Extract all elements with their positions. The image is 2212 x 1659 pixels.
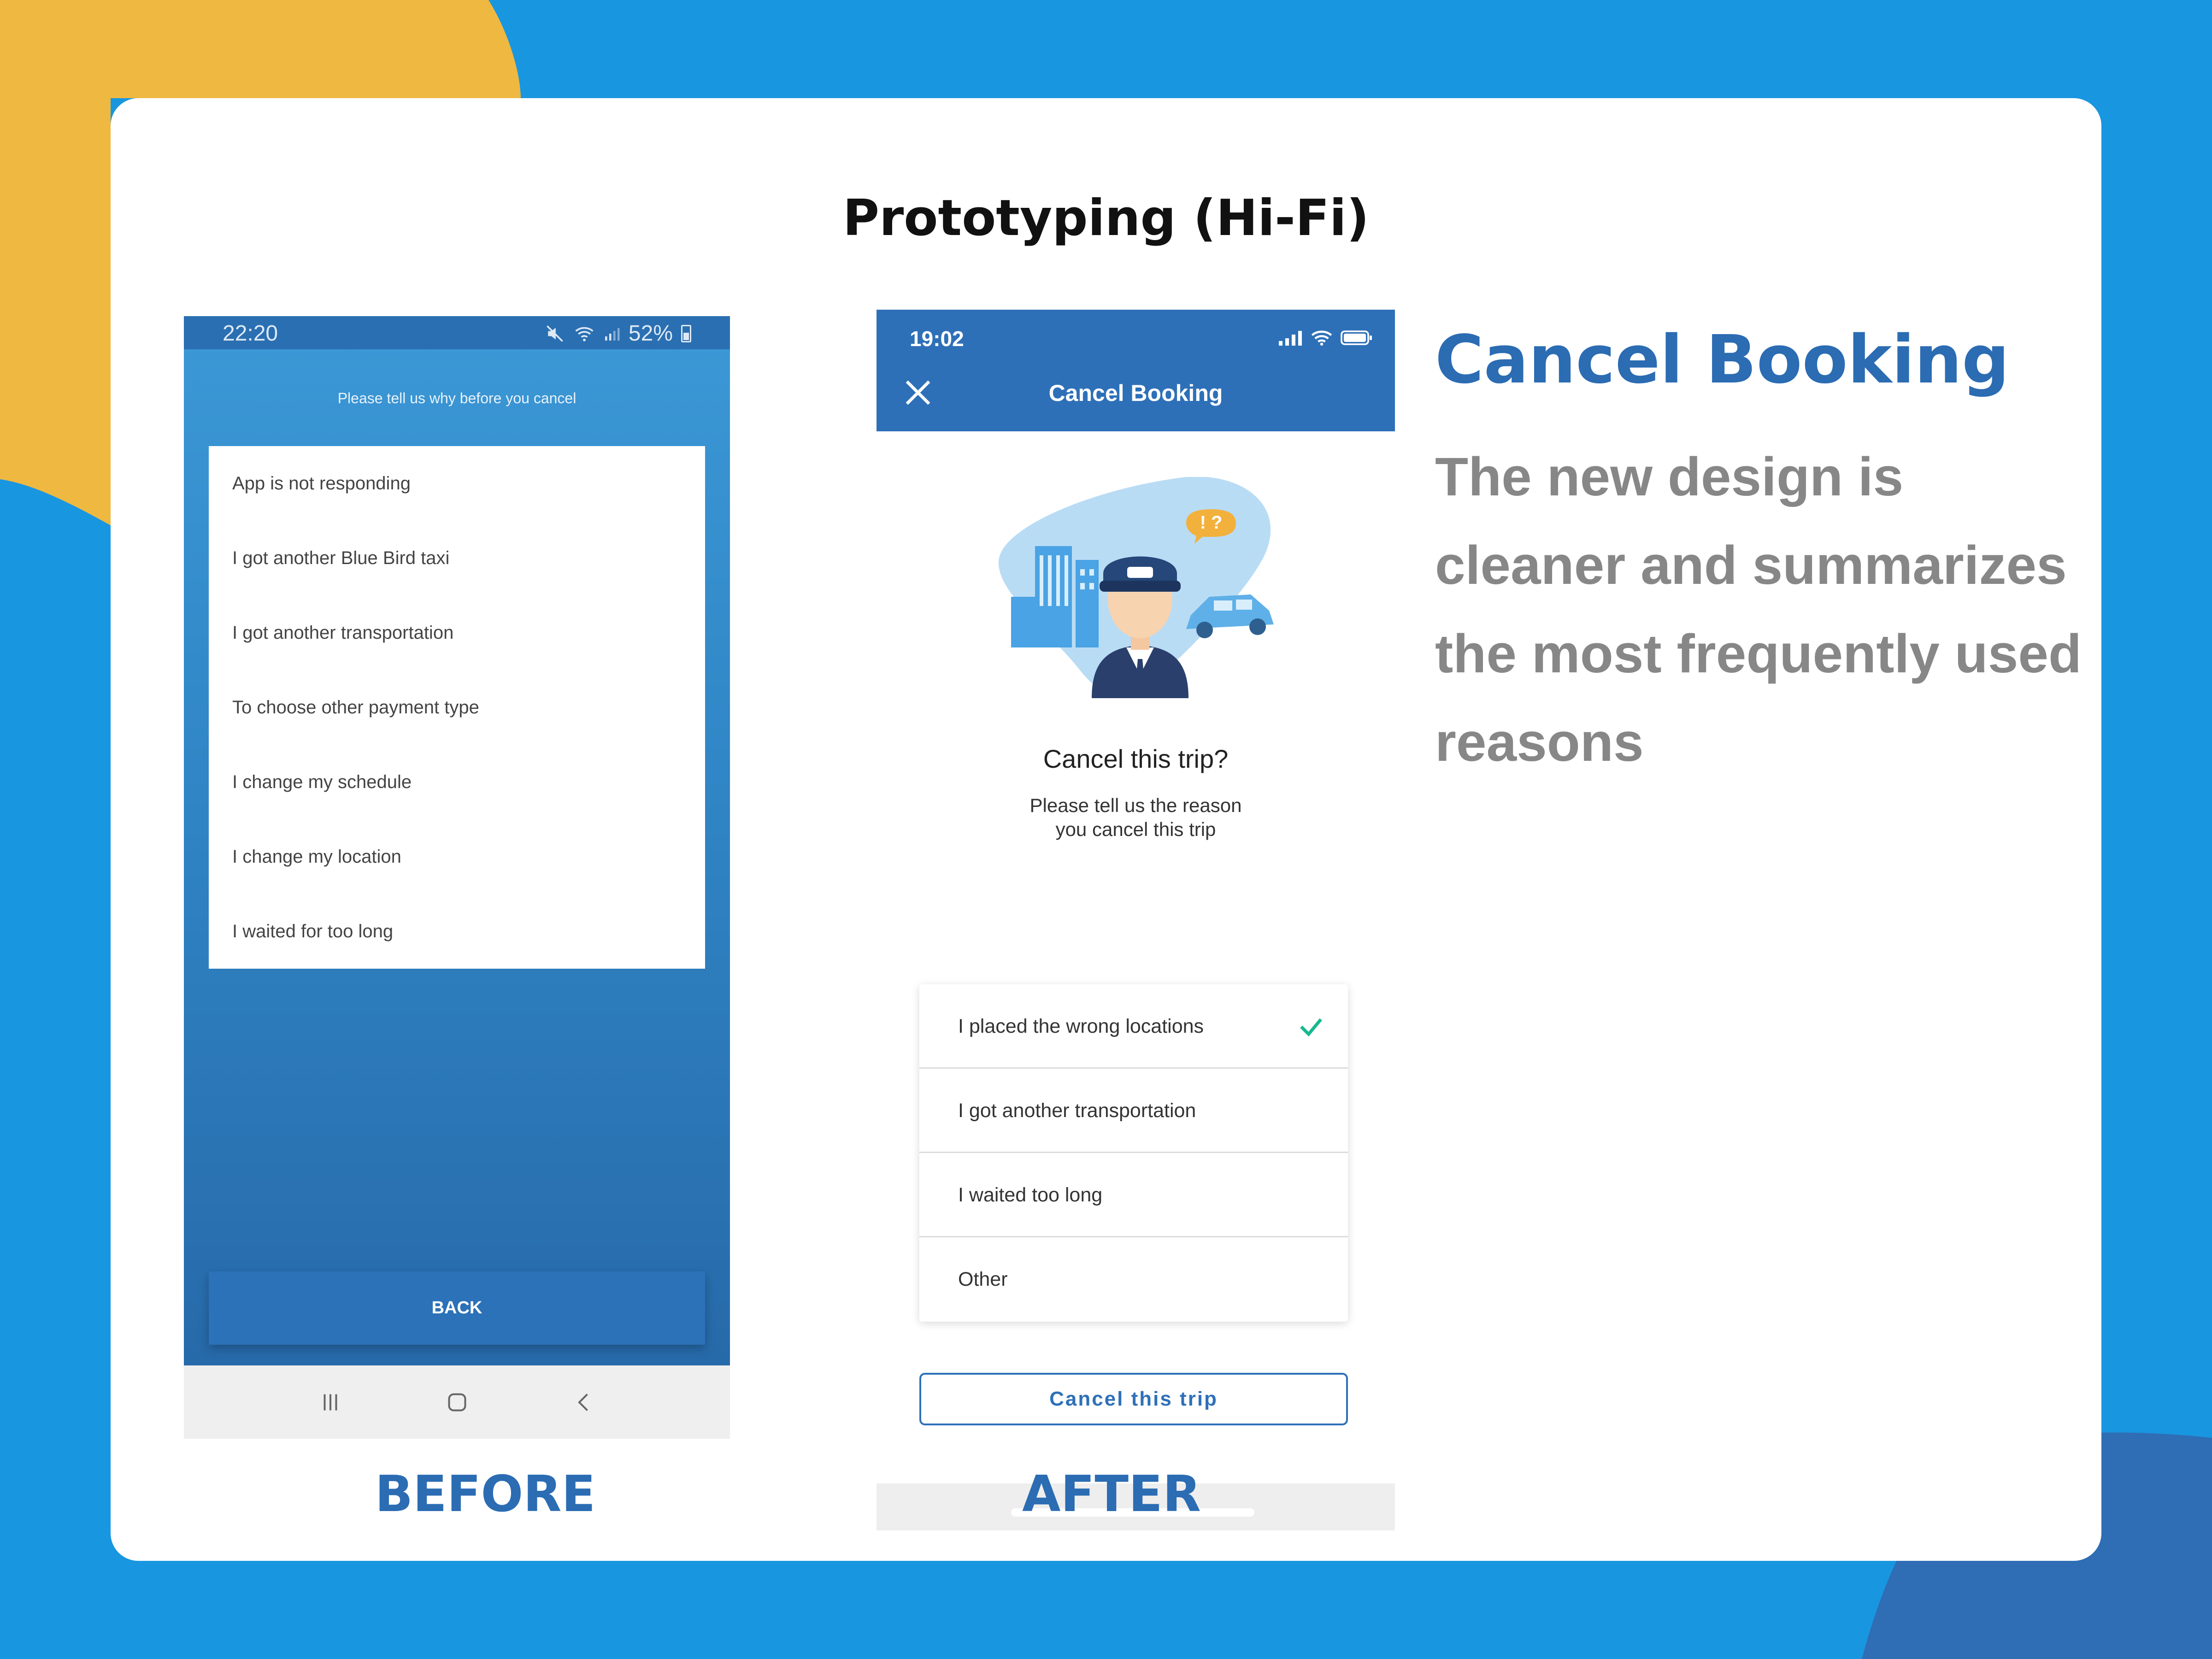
back-arrow-icon[interactable] [565, 1384, 602, 1421]
reason-item-app-not-responding[interactable]: App is not responding [209, 446, 705, 521]
option-wrong-locations[interactable]: I placed the wrong locations [919, 984, 1348, 1069]
reason-item-another-blue-bird[interactable]: I got another Blue Bird taxi [209, 521, 705, 595]
reason-item-change-location[interactable]: I change my location [209, 819, 705, 894]
check-icon [1300, 1018, 1322, 1037]
before-phone-screen: 22:20 52% Please tell us why before you … [184, 316, 730, 1439]
option-label: Other [958, 1268, 1008, 1290]
after-app-header: 19:02 Cancel Booking [877, 310, 1395, 431]
page-title: Prototyping (Hi-Fi) [842, 189, 1370, 247]
after-hint: Please tell us the reason you cancel thi… [1030, 794, 1242, 840]
recents-icon[interactable] [312, 1384, 349, 1421]
before-status-icons: 52% [545, 321, 691, 346]
presentation-card: Prototyping (Hi-Fi) 22:20 52% Please tel… [111, 98, 2101, 1561]
after-label: AFTER [1022, 1465, 1201, 1523]
reason-item-change-schedule[interactable]: I change my schedule [209, 745, 705, 819]
summary-description: The new design is cleaner and summarizes… [1435, 447, 2082, 773]
before-status-bar: 22:20 52% [184, 316, 730, 349]
after-question: Cancel this trip? [1043, 744, 1229, 773]
home-icon[interactable] [439, 1384, 476, 1421]
cellular-signal-icon [1279, 331, 1302, 346]
after-reason-list: I placed the wrong locations I got anoth… [919, 984, 1348, 1322]
battery-icon [1341, 330, 1372, 345]
mute-icon [547, 325, 563, 342]
signal-icon [605, 328, 620, 341]
before-subtitle: Please tell us why before you cancel [337, 390, 577, 406]
option-label: I got another transportation [958, 1100, 1196, 1122]
summary-heading: Cancel Booking [1435, 321, 2010, 398]
option-label: I waited too long [958, 1184, 1103, 1206]
after-header-title: Cancel Booking [1048, 380, 1223, 406]
android-nav-bar [184, 1365, 730, 1439]
option-waited-too-long[interactable]: I waited too long [919, 1153, 1348, 1237]
wifi-icon [1311, 330, 1332, 346]
reason-item-waited-too-long[interactable]: I waited for too long [209, 894, 705, 969]
illustration-bubble-text: ! ? [1200, 512, 1223, 533]
wifi-icon [575, 327, 594, 341]
after-phone-screen: 19:02 Cancel Booking ! ? Cancel this tri… [877, 310, 1395, 1436]
after-status-time: 19:02 [910, 327, 964, 351]
reason-item-another-transportation[interactable]: I got another transportation [209, 595, 705, 670]
cancel-trip-button[interactable]: Cancel this trip [919, 1373, 1348, 1425]
reason-item-other-payment[interactable]: To choose other payment type [209, 670, 705, 745]
before-reason-list: App is not responding I got another Blue… [209, 446, 705, 969]
option-label: I placed the wrong locations [958, 1015, 1204, 1037]
battery-percentage: 52% [628, 321, 673, 346]
battery-icon [681, 324, 691, 342]
option-another-transportation[interactable]: I got another transportation [919, 1069, 1348, 1153]
option-other[interactable]: Other [919, 1237, 1348, 1322]
before-label: BEFORE [375, 1465, 596, 1523]
driver-illustration: ! ? [999, 477, 1274, 698]
before-status-time: 22:20 [223, 321, 278, 346]
after-status-icons [1279, 330, 1373, 346]
back-button[interactable]: BACK [209, 1271, 705, 1345]
